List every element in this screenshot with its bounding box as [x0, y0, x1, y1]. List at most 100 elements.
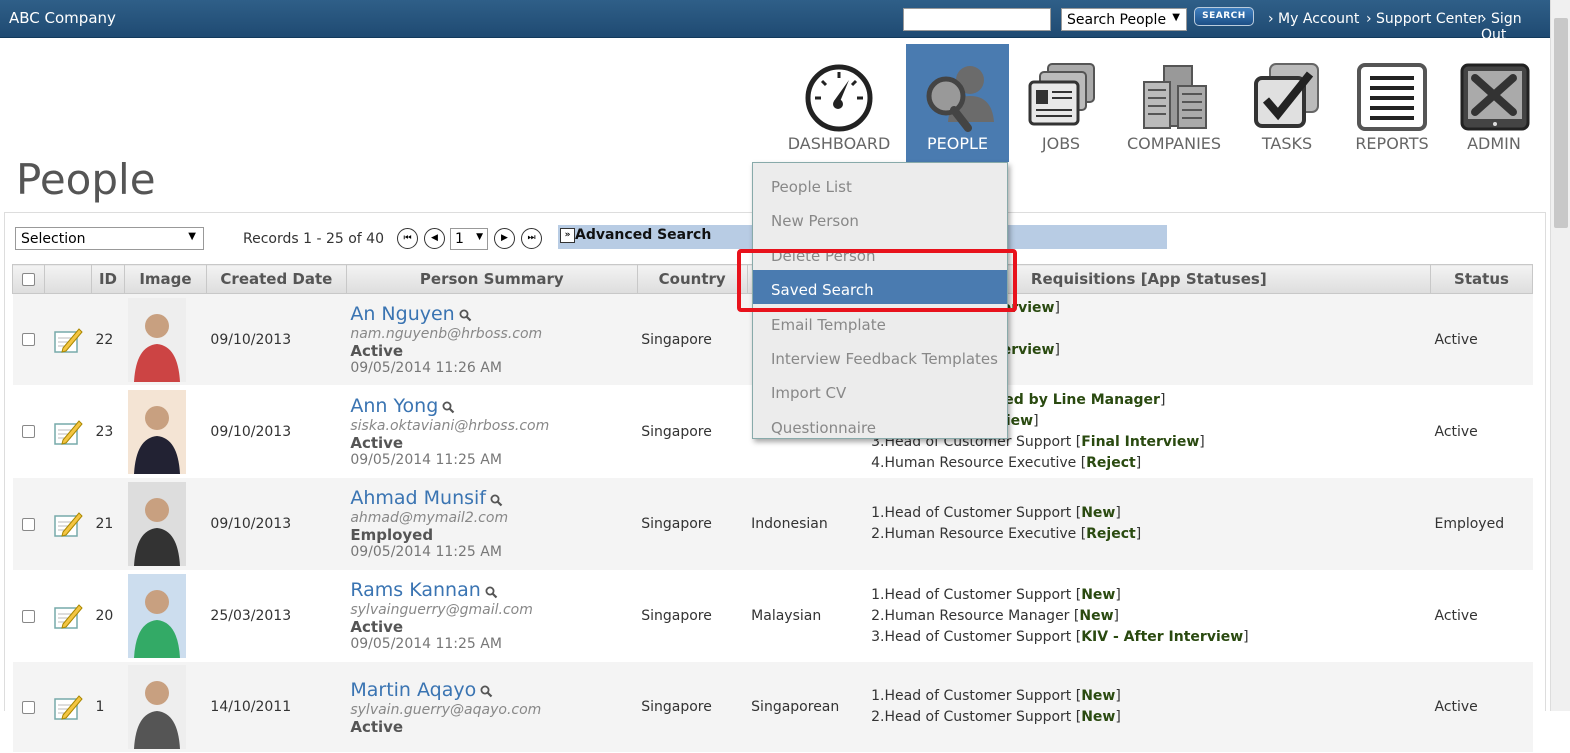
search-button[interactable]: SEARCH — [1194, 7, 1254, 26]
person-photo[interactable] — [128, 297, 187, 382]
table-row[interactable]: 20 25/03/2013 Rams Kannan sylvainguerry@gma… — [12, 570, 1533, 662]
select-all-header[interactable] — [12, 264, 45, 294]
row-checkbox[interactable] — [21, 700, 35, 714]
my-account-link[interactable]: › My Account — [1268, 11, 1359, 27]
nav-reports-label: REPORTS — [1355, 134, 1429, 153]
edit-pencil-icon[interactable] — [53, 693, 83, 721]
row-select-cell — [12, 661, 45, 753]
nav-tasks[interactable]: TASKS — [1244, 44, 1330, 162]
page-scrollbar[interactable] — [1550, 0, 1570, 711]
sign-out-link[interactable]: › Sign Out — [1481, 11, 1550, 43]
row-select-cell — [12, 477, 45, 571]
support-center-link[interactable]: › Support Center — [1366, 11, 1483, 27]
person-name-link[interactable]: Martin Aqayo — [350, 679, 476, 701]
search-scope-select[interactable]: Search People ▼ — [1061, 8, 1187, 31]
row-id: 22 — [91, 293, 125, 386]
requisition-bracket: ] — [1115, 505, 1121, 521]
quick-view-magnifier-icon[interactable] — [490, 494, 503, 507]
country-column-header[interactable]: Country — [636, 264, 748, 294]
row-checkbox[interactable] — [21, 517, 35, 531]
requisition-bracket: ] — [1115, 688, 1121, 704]
dashboard-gauge-icon — [805, 64, 873, 132]
person-photo[interactable] — [128, 389, 187, 474]
requisition-line: 2.Human Resource Manager [New] — [871, 606, 1426, 627]
nav-companies[interactable]: COMPANIES — [1122, 44, 1226, 162]
requisition-line: 4.Human Resource Executive [Reject] — [871, 453, 1426, 474]
page-number-value: 1 — [455, 231, 464, 247]
person-summary-column-header[interactable]: Person Summary — [345, 264, 638, 294]
quick-view-magnifier-icon[interactable] — [485, 586, 498, 599]
row-status: Active — [1430, 661, 1533, 753]
scrollbar-thumb[interactable] — [1554, 18, 1568, 228]
row-checkbox[interactable] — [21, 425, 35, 438]
person-photo[interactable] — [128, 665, 187, 749]
admin-tools-icon — [1460, 63, 1530, 131]
status-column-header[interactable]: Status — [1429, 264, 1534, 294]
row-edit-cell — [44, 570, 92, 662]
requisition-line: 1.Head of Customer Support [New] — [871, 585, 1426, 606]
previous-page-button[interactable]: ◀ — [424, 228, 445, 249]
row-checkbox[interactable] — [21, 333, 35, 346]
last-page-button[interactable]: ⏭ — [521, 228, 542, 249]
person-name-link[interactable]: Ann Yong — [350, 395, 438, 417]
edit-pencil-icon[interactable] — [53, 602, 83, 630]
quick-view-magnifier-icon[interactable] — [459, 309, 472, 322]
edit-pencil-icon[interactable] — [53, 510, 83, 538]
row-checkbox[interactable] — [21, 609, 35, 623]
person-updated: 09/05/2014 11:25 AM — [350, 636, 502, 652]
menu-item-questionnaire[interactable]: Questionnaire — [753, 408, 1007, 442]
global-search-input[interactable] — [903, 8, 1051, 31]
application-status: Reject — [1086, 526, 1136, 542]
person-photo[interactable] — [128, 574, 187, 658]
page-number-select[interactable]: 1 ▼ — [450, 228, 488, 250]
person-email: sylvain.guerry@aqayo.com — [350, 701, 542, 718]
nav-reports[interactable]: REPORTS — [1350, 44, 1434, 162]
person-summary-cell: Ann Yong siska.oktaviani@hrboss.com Active… — [346, 385, 638, 478]
requisition-title: 2.Head of Customer Support [ — [871, 709, 1082, 725]
nav-jobs[interactable]: JOBS — [1018, 44, 1104, 162]
row-nationality: Indonesian — [747, 477, 868, 571]
menu-item-people-list[interactable]: People List — [753, 167, 1007, 201]
person-name-link[interactable]: Rams Kannan — [350, 579, 480, 601]
quick-view-magnifier-icon[interactable] — [442, 401, 455, 414]
person-name-link[interactable]: An Nguyen — [350, 303, 454, 325]
requisition-bracket: ] — [1113, 607, 1119, 624]
created-date-column-header[interactable]: Created Date — [205, 264, 347, 294]
edit-pencil-icon[interactable] — [53, 326, 83, 354]
menu-item-import-cv[interactable]: Import CV — [753, 373, 1007, 407]
next-page-button[interactable]: ▶ — [494, 228, 515, 249]
expand-icon[interactable]: » — [560, 228, 575, 243]
row-country: Singapore — [637, 293, 748, 386]
select-all-checkbox[interactable] — [21, 273, 35, 286]
row-photo-cell — [124, 385, 207, 478]
row-nationality: Singaporean — [747, 661, 868, 753]
row-created-date: 09/10/2013 — [206, 477, 347, 571]
menu-item-interview-feedback-templates[interactable]: Interview Feedback Templates — [753, 339, 1007, 373]
person-updated: 09/05/2014 11:26 AM — [350, 359, 502, 376]
nav-dashboard[interactable]: DASHBOARD — [784, 44, 894, 162]
person-photo[interactable] — [128, 482, 187, 566]
menu-item-new-person[interactable]: New Person — [753, 201, 1007, 235]
table-row[interactable]: 1 14/10/2011 Martin Aqayo sylvain.guerry@aq… — [12, 661, 1533, 753]
edit-pencil-icon[interactable] — [53, 418, 83, 446]
search-scope-value: Search People — [1067, 12, 1167, 28]
row-country: Singapore — [637, 477, 748, 571]
chevron-down-icon: ▼ — [188, 231, 196, 242]
application-status: New — [1081, 505, 1116, 521]
edit-column-header — [43, 264, 92, 294]
selection-dropdown[interactable]: Selection ▼ — [15, 227, 204, 250]
nav-admin[interactable]: ADMIN — [1454, 44, 1534, 162]
row-photo-cell — [124, 570, 207, 662]
requisition-title: 4.Human Resource Executive [ — [871, 454, 1087, 471]
table-row[interactable]: 21 09/10/2013 Ahmad Munsif ahmad@mymail2.co… — [12, 477, 1533, 571]
nav-people[interactable]: PEOPLE — [906, 44, 1009, 162]
person-summary-cell: An Nguyen nam.nguyenb@hrboss.com Active 09/… — [346, 293, 638, 386]
requisition-title: 2.Human Resource Executive [ — [871, 526, 1087, 542]
person-name-link[interactable]: Ahmad Munsif — [350, 487, 486, 509]
person-status: Active — [350, 341, 404, 360]
quick-view-magnifier-icon[interactable] — [480, 685, 493, 698]
first-page-button[interactable]: ⏮ — [397, 228, 418, 249]
person-updated: 09/05/2014 11:25 AM — [350, 451, 502, 468]
id-column-header[interactable]: ID — [90, 264, 125, 294]
requisition-title: 1.Head of Customer Support [ — [871, 586, 1082, 603]
